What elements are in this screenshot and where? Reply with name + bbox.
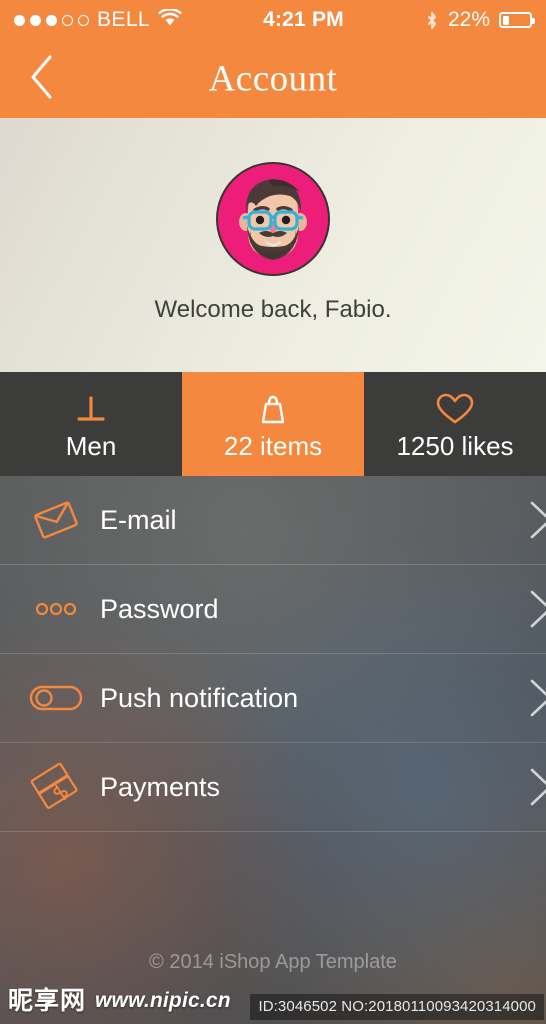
stat-label-men: Men [65,430,117,461]
chevron-right-icon [524,590,546,628]
phone-screen: BELL 4:21 PM 22% Account Welcome back, F… [0,0,546,1024]
stat-tab-men[interactable]: Men [0,372,182,476]
welcome-message: Welcome back, Fabio. [154,296,392,323]
nav-bar: Account [0,40,546,118]
status-bar-right: 22% [425,5,535,35]
list-item-push-notification[interactable]: Push notification [0,654,546,743]
chevron-right-icon [524,501,546,539]
avatar[interactable] [214,160,332,278]
toggle-switch-icon [14,682,98,714]
shopping-bag-icon [253,390,293,428]
site-url-label: www.nipic.cn [95,988,231,1012]
stats-tab-bar: Men 22 items 1250 likes [0,372,546,476]
stat-label-items: 22 items [223,430,323,461]
bluetooth-icon [425,5,439,35]
site-name-cn: 昵享网 [8,986,87,1015]
list-item-label: E-mail [100,504,177,535]
battery-percent-label: 22% [447,8,490,31]
heart-icon [434,390,476,428]
clock-label: 4:21 PM [263,8,344,31]
money-bills-icon [14,763,98,811]
settings-list-container: E-mail Password Push notification Paymen… [0,476,546,1024]
status-bar-left: BELL [14,7,182,33]
list-item-payments[interactable]: Payments [0,743,546,832]
battery-icon [499,12,535,28]
list-item-email[interactable]: E-mail [0,476,546,565]
carrier-label: BELL [97,8,150,31]
list-item-label: Payments [100,771,221,802]
page-title: Account [208,58,338,100]
image-id-badge: ID:3046502 NO:20180110093420314000 [250,994,544,1020]
stat-label-likes: 1250 likes [396,430,514,461]
list-item-label: Password [100,593,219,624]
list-item-label: Push notification [100,682,299,713]
status-bar: BELL 4:21 PM 22% [0,0,546,40]
stat-tab-items[interactable]: 22 items [182,372,364,476]
signal-strength-icon [14,14,89,26]
envelope-icon [14,497,98,543]
profile-header: Welcome back, Fabio. [0,118,546,372]
list-item-password[interactable]: Password [0,565,546,654]
chevron-right-icon [524,679,546,717]
site-watermark: 昵享网 www.nipic.cn [8,988,231,1013]
chevron-right-icon [524,768,546,806]
settings-list: E-mail Password Push notification Paymen… [0,476,546,832]
wifi-icon [158,7,182,33]
clothes-hanger-icon [71,390,111,428]
three-dots-icon [14,598,98,620]
stat-tab-likes[interactable]: 1250 likes [364,372,546,476]
copyright-label: © 2014 iShop App Template [149,951,397,973]
